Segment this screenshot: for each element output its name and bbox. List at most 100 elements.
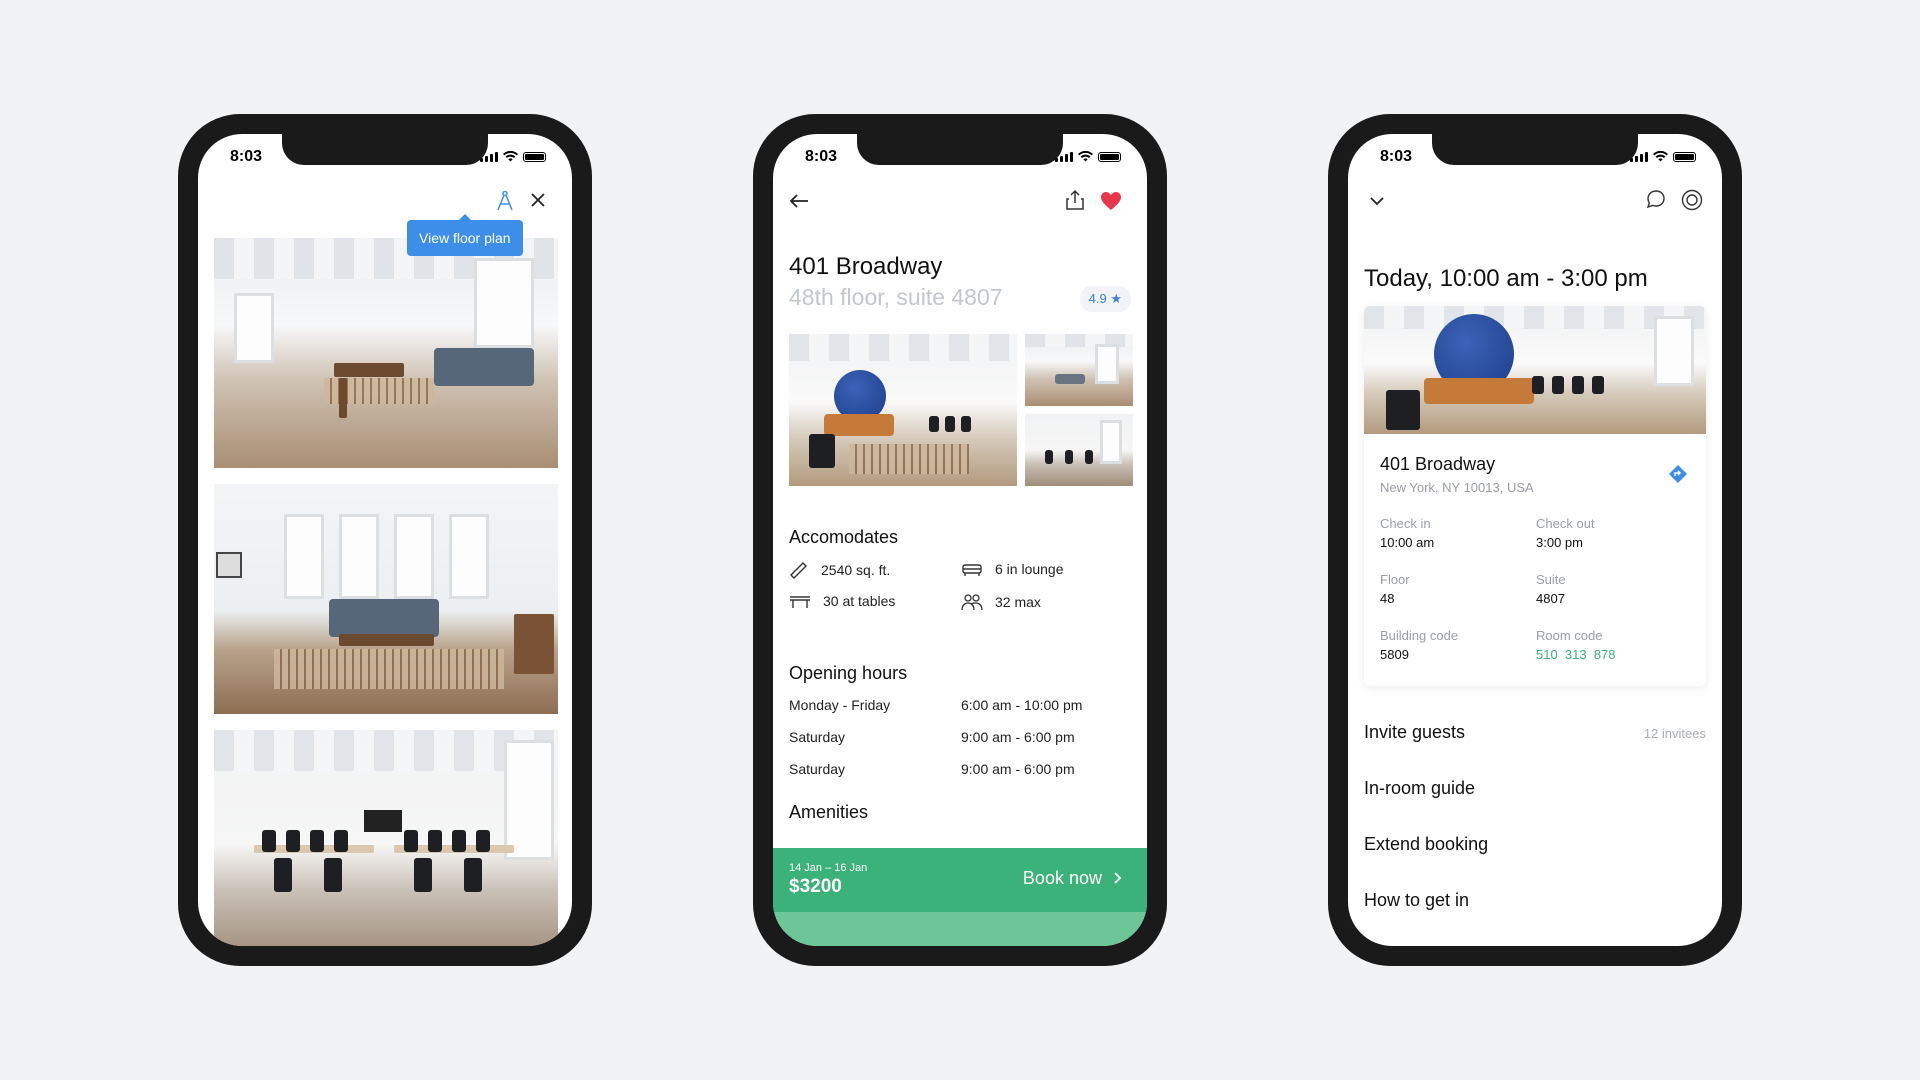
detail-value: 3:00 pm bbox=[1536, 535, 1583, 550]
menu-label: How to get in bbox=[1364, 890, 1470, 910]
battery-icon bbox=[523, 151, 546, 162]
detail-key: Building code bbox=[1380, 628, 1459, 643]
detail-value: 5809 bbox=[1380, 647, 1409, 662]
status-icons bbox=[1055, 151, 1121, 162]
back-arrow-icon[interactable] bbox=[789, 193, 809, 209]
detail-value: 10:00 am bbox=[1380, 535, 1435, 550]
ruler-icon bbox=[790, 562, 807, 579]
battery-icon bbox=[1098, 151, 1121, 162]
share-icon[interactable] bbox=[1065, 189, 1085, 211]
notch bbox=[282, 134, 488, 165]
listing-subtitle: 48th floor, suite 4807 bbox=[789, 284, 1003, 310]
menu-invite-guests[interactable]: Invite guests 12 invitees bbox=[1364, 722, 1706, 743]
gallery-photo-1[interactable] bbox=[214, 238, 558, 468]
detail-key: Room code bbox=[1536, 628, 1603, 643]
people-icon bbox=[961, 594, 983, 611]
booking-card-photo bbox=[1364, 306, 1706, 434]
status-time: 8:03 bbox=[1380, 148, 1413, 165]
detail-key: Floor bbox=[1380, 572, 1410, 587]
listing-photo-main[interactable] bbox=[789, 334, 1017, 486]
table-icon bbox=[790, 596, 810, 608]
status-icons bbox=[480, 151, 546, 162]
listing-photo-3[interactable] bbox=[1025, 414, 1133, 486]
chat-icon[interactable] bbox=[1645, 189, 1667, 211]
gallery-photo-2[interactable] bbox=[214, 484, 558, 714]
accommodates-heading: Accomodates bbox=[789, 527, 899, 547]
heart-icon[interactable] bbox=[1100, 191, 1122, 211]
booking-bar: 14 Jan – 16 Jan $3200 Book now bbox=[773, 848, 1147, 912]
booking-price: $3200 bbox=[789, 876, 842, 897]
close-icon[interactable] bbox=[530, 192, 546, 208]
listing-title: 401 Broadway bbox=[789, 253, 943, 280]
booking-card[interactable]: 401 Broadway New York, NY 10013, USA Che… bbox=[1364, 306, 1706, 686]
amenities-heading: Amenities bbox=[789, 802, 869, 822]
feature-tables-label: 30 at tables bbox=[823, 593, 896, 609]
phone-gallery: 8:03 View floor plan bbox=[178, 114, 592, 966]
menu-in-room-guide[interactable]: In-room guide bbox=[1364, 778, 1706, 799]
detail-floor: Floor 48 bbox=[1380, 572, 1410, 606]
feature-lounge-label: 6 in lounge bbox=[995, 561, 1064, 577]
listing-photo-2[interactable] bbox=[1025, 334, 1133, 406]
support-icon[interactable] bbox=[1681, 189, 1703, 211]
feature-max-label: 32 max bbox=[995, 594, 1041, 610]
hours-time: 9:00 am - 6:00 pm bbox=[961, 729, 1075, 745]
rating-badge: 4.9 ★ bbox=[1079, 286, 1131, 312]
menu-label: Extend booking bbox=[1364, 834, 1489, 854]
notch bbox=[857, 134, 1063, 165]
feature-tables: 30 at tables bbox=[789, 593, 895, 609]
detail-building-code: Building code 5809 bbox=[1380, 628, 1458, 662]
status-icons bbox=[1630, 151, 1696, 162]
directions-icon[interactable] bbox=[1668, 464, 1688, 484]
menu-extend-booking[interactable]: Extend booking bbox=[1364, 834, 1706, 855]
floor-plan-tooltip: View floor plan bbox=[407, 220, 523, 256]
status-time: 8:03 bbox=[805, 148, 838, 165]
booking-heading: Today, 10:00 am - 3:00 pm bbox=[1364, 265, 1648, 292]
gallery-screen: 8:03 View floor plan bbox=[198, 134, 572, 946]
feature-lounge: 6 in lounge bbox=[961, 561, 1064, 577]
chevron-right-icon bbox=[1114, 872, 1122, 884]
floor-plan-icon[interactable] bbox=[494, 190, 516, 212]
wifi-icon bbox=[1078, 151, 1093, 162]
feature-max: 32 max bbox=[961, 593, 1041, 611]
invitee-count: 12 invitees bbox=[1643, 726, 1706, 741]
menu-how-to-get-in[interactable]: How to get in bbox=[1364, 890, 1706, 911]
listing-screen: 8:03 401 Broadway 48th floor, suite 4807… bbox=[773, 134, 1147, 946]
booking-dates: 14 Jan – 16 Jan bbox=[789, 862, 868, 874]
detail-room-code: Room code 510 313 878 bbox=[1536, 628, 1616, 662]
phone-listing: 8:03 401 Broadway 48th floor, suite 4807… bbox=[753, 114, 1167, 966]
status-time: 8:03 bbox=[230, 148, 263, 165]
detail-check-out: Check out 3:00 pm bbox=[1536, 516, 1595, 550]
gallery-photo-3[interactable] bbox=[214, 730, 558, 946]
hours-time: 6:00 am - 10:00 pm bbox=[961, 697, 1083, 713]
sofa-icon bbox=[962, 564, 982, 576]
phone-booking: 8:03 Today, 10:00 am - 3:00 pm 401 Broad… bbox=[1328, 114, 1742, 966]
detail-key: Suite bbox=[1536, 572, 1566, 587]
battery-icon bbox=[1673, 151, 1696, 162]
feature-area: 2540 sq. ft. bbox=[789, 561, 890, 579]
detail-value: 48 bbox=[1380, 591, 1395, 606]
menu-label: Invite guests bbox=[1364, 722, 1466, 742]
detail-suite: Suite 4807 bbox=[1536, 572, 1566, 606]
feature-area-label: 2540 sq. ft. bbox=[821, 562, 891, 578]
hours-day: Saturday bbox=[789, 761, 846, 777]
wifi-icon bbox=[1653, 151, 1668, 162]
notch bbox=[1432, 134, 1638, 165]
hours-day: Saturday bbox=[789, 729, 846, 745]
book-now-label: Book now bbox=[1022, 868, 1102, 888]
detail-key: Check in bbox=[1380, 516, 1431, 531]
detail-key: Check out bbox=[1536, 516, 1595, 531]
opening-hours-heading: Opening hours bbox=[789, 663, 908, 683]
detail-value: 4807 bbox=[1536, 591, 1565, 606]
chevron-down-icon[interactable] bbox=[1370, 196, 1384, 206]
hours-time: 9:00 am - 6:00 pm bbox=[961, 761, 1075, 777]
wifi-icon bbox=[503, 151, 518, 162]
booking-screen: 8:03 Today, 10:00 am - 3:00 pm 401 Broad… bbox=[1348, 134, 1722, 946]
detail-check-in: Check in 10:00 am bbox=[1380, 516, 1434, 550]
venue-address: New York, NY 10013, USA bbox=[1380, 480, 1534, 495]
venue-name: 401 Broadway bbox=[1380, 454, 1496, 474]
hours-day: Monday - Friday bbox=[789, 697, 891, 713]
booking-bar-footer bbox=[773, 912, 1147, 946]
menu-label: In-room guide bbox=[1364, 778, 1476, 798]
book-now-button[interactable]: Book now bbox=[1023, 868, 1123, 889]
detail-value: 510 313 878 bbox=[1536, 647, 1616, 662]
